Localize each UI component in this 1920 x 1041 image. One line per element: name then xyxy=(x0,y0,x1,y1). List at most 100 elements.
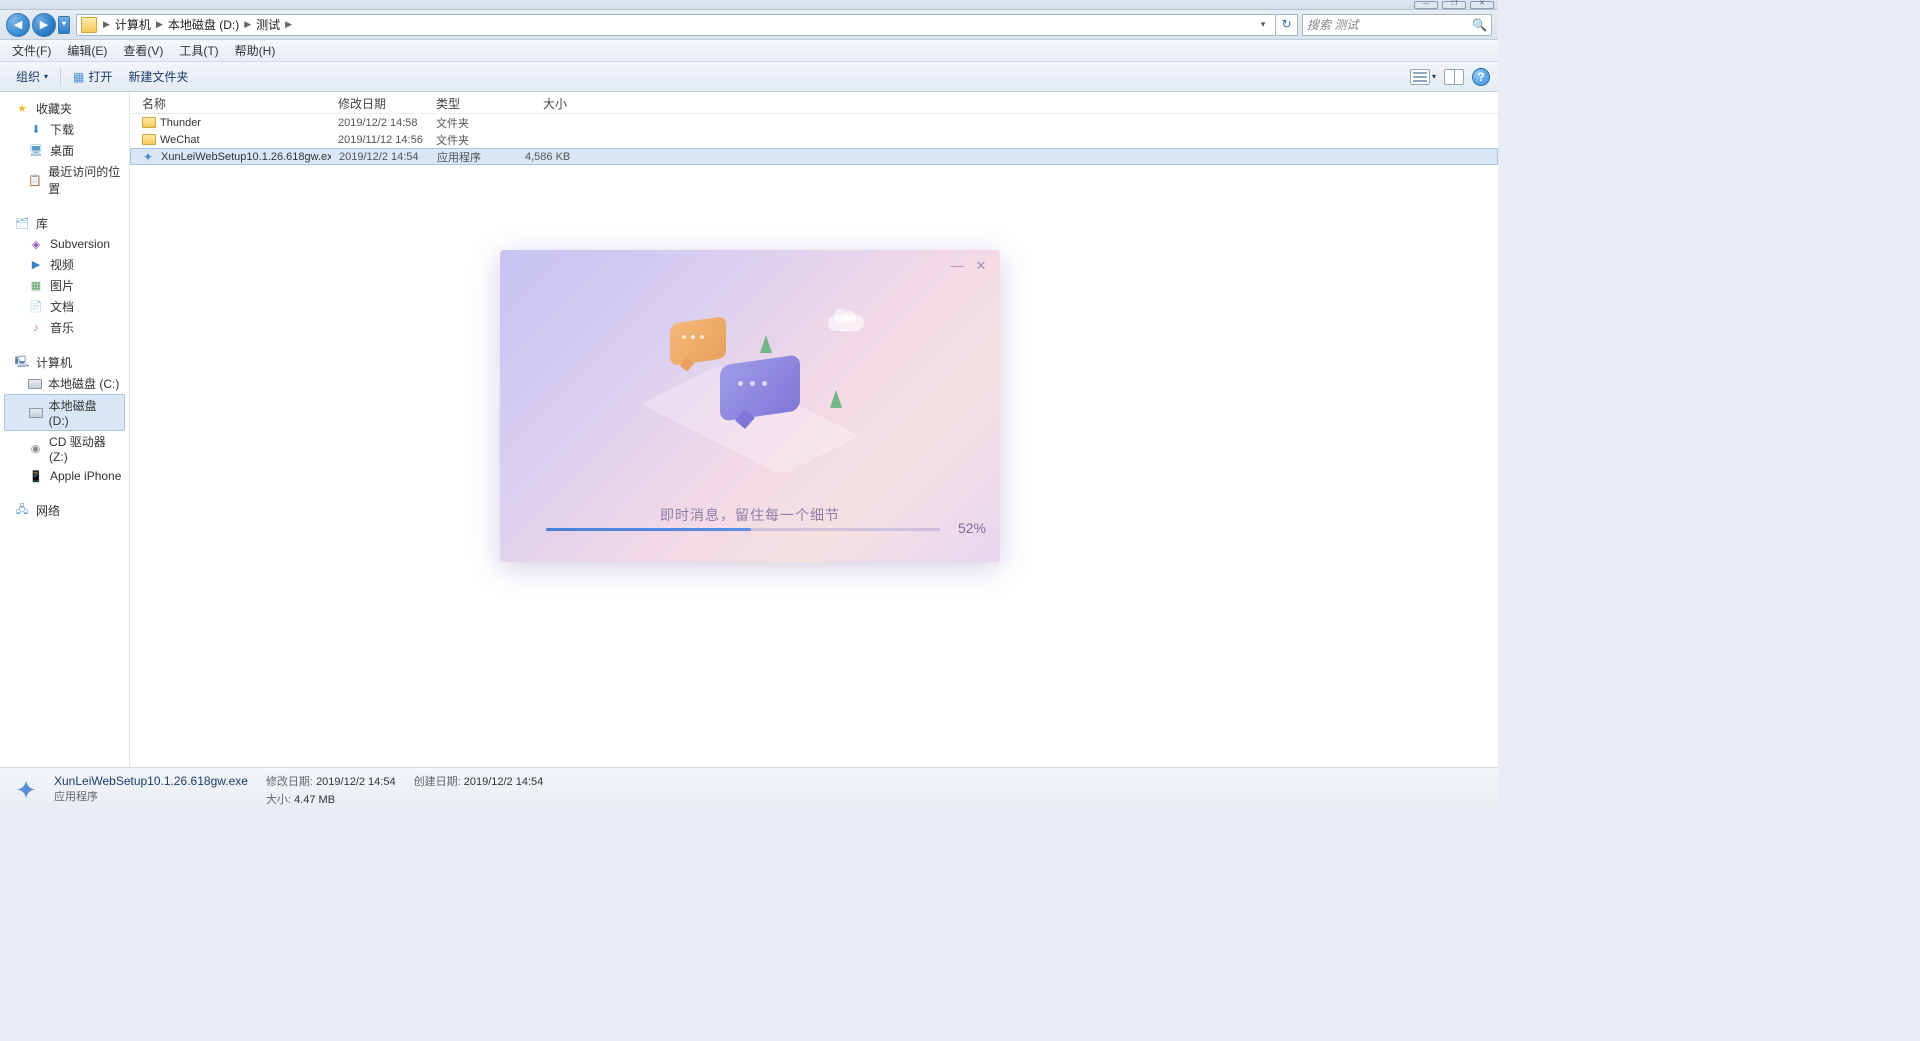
view-options-button[interactable] xyxy=(1410,69,1430,85)
tree-icon xyxy=(760,335,772,353)
folder-icon xyxy=(142,117,156,128)
menu-view[interactable]: 查看(V) xyxy=(115,40,171,61)
computer-icon: 🖳 xyxy=(14,355,30,371)
download-icon: ⬇ xyxy=(28,122,44,138)
installer-progress-fill xyxy=(546,528,751,531)
network-icon: 🖧 xyxy=(14,503,30,519)
sidebar-item-videos[interactable]: ▶ 视频 xyxy=(0,254,129,275)
sidebar-label: Apple iPhone xyxy=(50,469,121,483)
menu-edit[interactable]: 编辑(E) xyxy=(59,40,115,61)
sidebar-label: 库 xyxy=(36,215,48,232)
window-minimize-button[interactable]: — xyxy=(1414,1,1438,9)
installer-dialog: — ✕ 即时消息，留住每一个细节 52% xyxy=(500,250,1000,562)
sidebar-favorites-header[interactable]: ★收藏夹 xyxy=(0,98,129,119)
navigation-sidebar: ★收藏夹 ⬇ 下载 🖥桌面 📋最近访问的位置 🗂库 ◈Subversion ▶ 视频… xyxy=(0,92,130,767)
sidebar-item-downloads[interactable]: ⬇ 下载 xyxy=(0,119,129,140)
sidebar-item-iphone[interactable]: 📱 Apple iPhone xyxy=(0,466,129,486)
address-row: ◀ ▶ ▾ ▶ 计算机 ▶ 本地磁盘 (D:) ▶ 测试 ▶ ▾ ↻ 搜索 测试… xyxy=(0,10,1498,40)
open-button[interactable]: ▦ 打开 xyxy=(65,65,120,88)
file-date-cell: 2019/11/12 14:56 xyxy=(330,134,428,146)
refresh-button[interactable]: ↻ xyxy=(1276,14,1298,36)
menu-file[interactable]: 文件(F) xyxy=(4,40,59,61)
cd-icon: ◉ xyxy=(28,441,43,457)
breadcrumb-drive[interactable]: 本地磁盘 (D:) xyxy=(165,16,242,33)
details-created-value: 2019/12/2 14:54 xyxy=(464,776,544,788)
details-pane: ✦ XunLeiWebSetup10.1.26.618gw.exe 应用程序 修… xyxy=(0,767,1498,812)
chat-bubble-icon xyxy=(720,354,800,421)
image-icon: ▦ xyxy=(28,278,44,294)
breadcrumb-folder[interactable]: 测试 xyxy=(253,16,283,33)
installer-message: 即时消息，留住每一个细节 xyxy=(500,505,1000,525)
sidebar-label: 视频 xyxy=(50,256,74,273)
drive-icon xyxy=(28,379,42,389)
sidebar-label: 网络 xyxy=(36,502,60,519)
file-size-cell: 4,586 KB xyxy=(517,151,577,163)
sidebar-label: 最近访问的位置 xyxy=(48,163,123,197)
chevron-down-icon[interactable]: ▾ xyxy=(1432,72,1436,81)
sidebar-item-documents[interactable]: 📄文档 xyxy=(0,296,129,317)
sidebar-label: 本地磁盘 (D:) xyxy=(49,397,118,428)
sidebar-computer-header[interactable]: 🖳 计算机 xyxy=(0,352,129,373)
file-name-cell: WeChat xyxy=(130,134,330,146)
breadcrumb-arrow-icon[interactable]: ▶ xyxy=(283,19,294,30)
column-header-size[interactable]: 大小 xyxy=(516,92,576,113)
nav-history-dropdown[interactable]: ▾ xyxy=(58,16,70,34)
address-dropdown-icon[interactable]: ▾ xyxy=(1255,19,1271,30)
organize-label: 组织 xyxy=(16,68,40,85)
apple-icon: 📱 xyxy=(28,468,44,484)
menu-tools[interactable]: 工具(T) xyxy=(171,40,226,61)
sidebar-item-music[interactable]: ♪音乐 xyxy=(0,317,129,338)
sidebar-label: 音乐 xyxy=(50,319,74,336)
file-type-cell: 文件夹 xyxy=(428,132,516,148)
organize-button[interactable]: 组织 ▾ xyxy=(8,65,56,88)
sidebar-label: 计算机 xyxy=(36,354,72,371)
installer-illustration xyxy=(500,305,1000,455)
help-button[interactable]: ? xyxy=(1472,68,1490,86)
nav-back-button[interactable]: ◀ xyxy=(6,13,30,37)
file-list: Thunder2019/12/2 14:58文件夹WeChat2019/11/1… xyxy=(130,114,1498,165)
details-filename: XunLeiWebSetup10.1.26.618gw.exe xyxy=(54,774,248,788)
sidebar-item-drive-c[interactable]: 本地磁盘 (C:) xyxy=(0,373,129,394)
window-close-button[interactable]: ✕ xyxy=(1470,1,1494,9)
window-maximize-button[interactable]: ❐ xyxy=(1442,1,1466,9)
breadcrumb-arrow-icon[interactable]: ▶ xyxy=(154,19,165,30)
file-row[interactable]: ✦XunLeiWebSetup10.1.26.618gw.exe2019/12/… xyxy=(130,148,1498,165)
sidebar-item-drive-d[interactable]: 本地磁盘 (D:) xyxy=(4,394,125,431)
column-header-type[interactable]: 类型 xyxy=(428,92,516,113)
search-icon[interactable]: 🔍 xyxy=(1472,18,1487,32)
breadcrumb-computer[interactable]: 计算机 xyxy=(112,16,154,33)
drive-icon xyxy=(29,408,43,418)
chevron-down-icon: ▾ xyxy=(44,72,48,81)
sidebar-label: Subversion xyxy=(50,237,110,251)
sidebar-network-header[interactable]: 🖧 网络 xyxy=(0,500,129,521)
sidebar-label: 收藏夹 xyxy=(36,100,72,117)
installer-close-button[interactable]: ✕ xyxy=(974,260,988,274)
sidebar-label: 下载 xyxy=(50,121,74,138)
menu-help[interactable]: 帮助(H) xyxy=(227,40,284,61)
sidebar-label: 桌面 xyxy=(50,142,74,159)
installer-minimize-button[interactable]: — xyxy=(950,260,964,274)
sidebar-item-desktop[interactable]: 🖥桌面 xyxy=(0,140,129,161)
file-row[interactable]: Thunder2019/12/2 14:58文件夹 xyxy=(130,114,1498,131)
nav-forward-button[interactable]: ▶ xyxy=(32,13,56,37)
column-header-date[interactable]: 修改日期 xyxy=(330,92,428,113)
details-size-value: 4.47 MB xyxy=(294,794,335,806)
search-placeholder: 搜索 测试 xyxy=(1307,16,1358,33)
sidebar-item-recent[interactable]: 📋最近访问的位置 xyxy=(0,161,129,199)
details-file-icon: ✦ xyxy=(8,772,44,808)
breadcrumb-arrow-icon[interactable]: ▶ xyxy=(242,19,253,30)
window-titlebar: — ❐ ✕ xyxy=(0,0,1498,10)
preview-pane-button[interactable] xyxy=(1444,69,1464,85)
sidebar-item-pictures[interactable]: ▦图片 xyxy=(0,275,129,296)
file-row[interactable]: WeChat2019/11/12 14:56文件夹 xyxy=(130,131,1498,148)
sidebar-item-cd-drive[interactable]: ◉CD 驱动器 (Z:) xyxy=(0,431,129,466)
sidebar-libraries-header[interactable]: 🗂库 xyxy=(0,213,129,234)
video-icon: ▶ xyxy=(28,257,44,273)
new-folder-button[interactable]: 新建文件夹 xyxy=(120,65,196,88)
column-header-name[interactable]: 名称 xyxy=(130,92,330,113)
search-input[interactable]: 搜索 测试 🔍 xyxy=(1302,14,1492,36)
sidebar-item-subversion[interactable]: ◈Subversion xyxy=(0,234,129,254)
address-bar[interactable]: ▶ 计算机 ▶ 本地磁盘 (D:) ▶ 测试 ▶ ▾ xyxy=(76,14,1276,36)
file-type-cell: 文件夹 xyxy=(428,115,516,131)
breadcrumb-arrow-icon[interactable]: ▶ xyxy=(101,19,112,30)
